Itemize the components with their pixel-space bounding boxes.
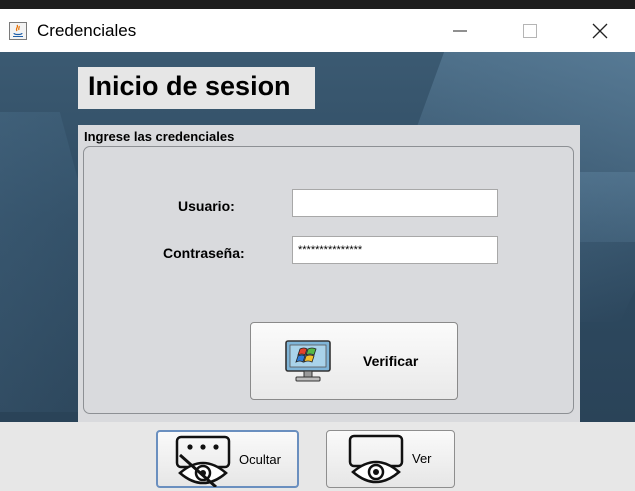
page-title-box: Inicio de sesion [78, 67, 315, 109]
password-label: Contraseña: [163, 245, 245, 261]
app-window: Credenciales Inicio de sesion Ingrese la… [0, 9, 635, 491]
window-title: Credenciales [37, 21, 137, 40]
credentials-panel: Ingrese las credenciales Usuario: Contra… [78, 125, 580, 422]
credentials-section-title: Ingrese las credenciales [84, 129, 235, 144]
page-title: Inicio de sesion [88, 71, 291, 101]
eye-icon [348, 434, 404, 484]
hide-password-label: Ocultar [239, 452, 281, 467]
password-field[interactable] [292, 236, 498, 264]
credentials-frame: Usuario: Contraseña: Verific [83, 146, 574, 414]
close-icon [592, 23, 608, 38]
username-label: Usuario: [178, 198, 235, 214]
minimize-button[interactable] [425, 9, 495, 52]
main-content: Inicio de sesion Ingrese las credenciale… [0, 52, 635, 422]
verify-button-label: Verificar [363, 353, 419, 369]
hidden-eye-icon [175, 435, 231, 487]
minimize-icon [453, 30, 467, 31]
show-password-button[interactable]: Ver [326, 430, 455, 488]
username-field[interactable] [292, 189, 498, 217]
close-button[interactable] [565, 9, 635, 52]
maximize-icon [523, 23, 537, 38]
maximize-button[interactable] [495, 9, 565, 52]
java-icon [9, 22, 27, 40]
hide-password-button[interactable]: Ocultar [156, 430, 299, 488]
title-bar[interactable]: Credenciales [0, 9, 635, 52]
verify-button[interactable]: Verificar [250, 322, 458, 400]
show-password-label: Ver [412, 451, 432, 466]
monitor-windows-logo-icon [285, 340, 331, 382]
bottom-bar: Ocultar Ver [0, 422, 635, 491]
